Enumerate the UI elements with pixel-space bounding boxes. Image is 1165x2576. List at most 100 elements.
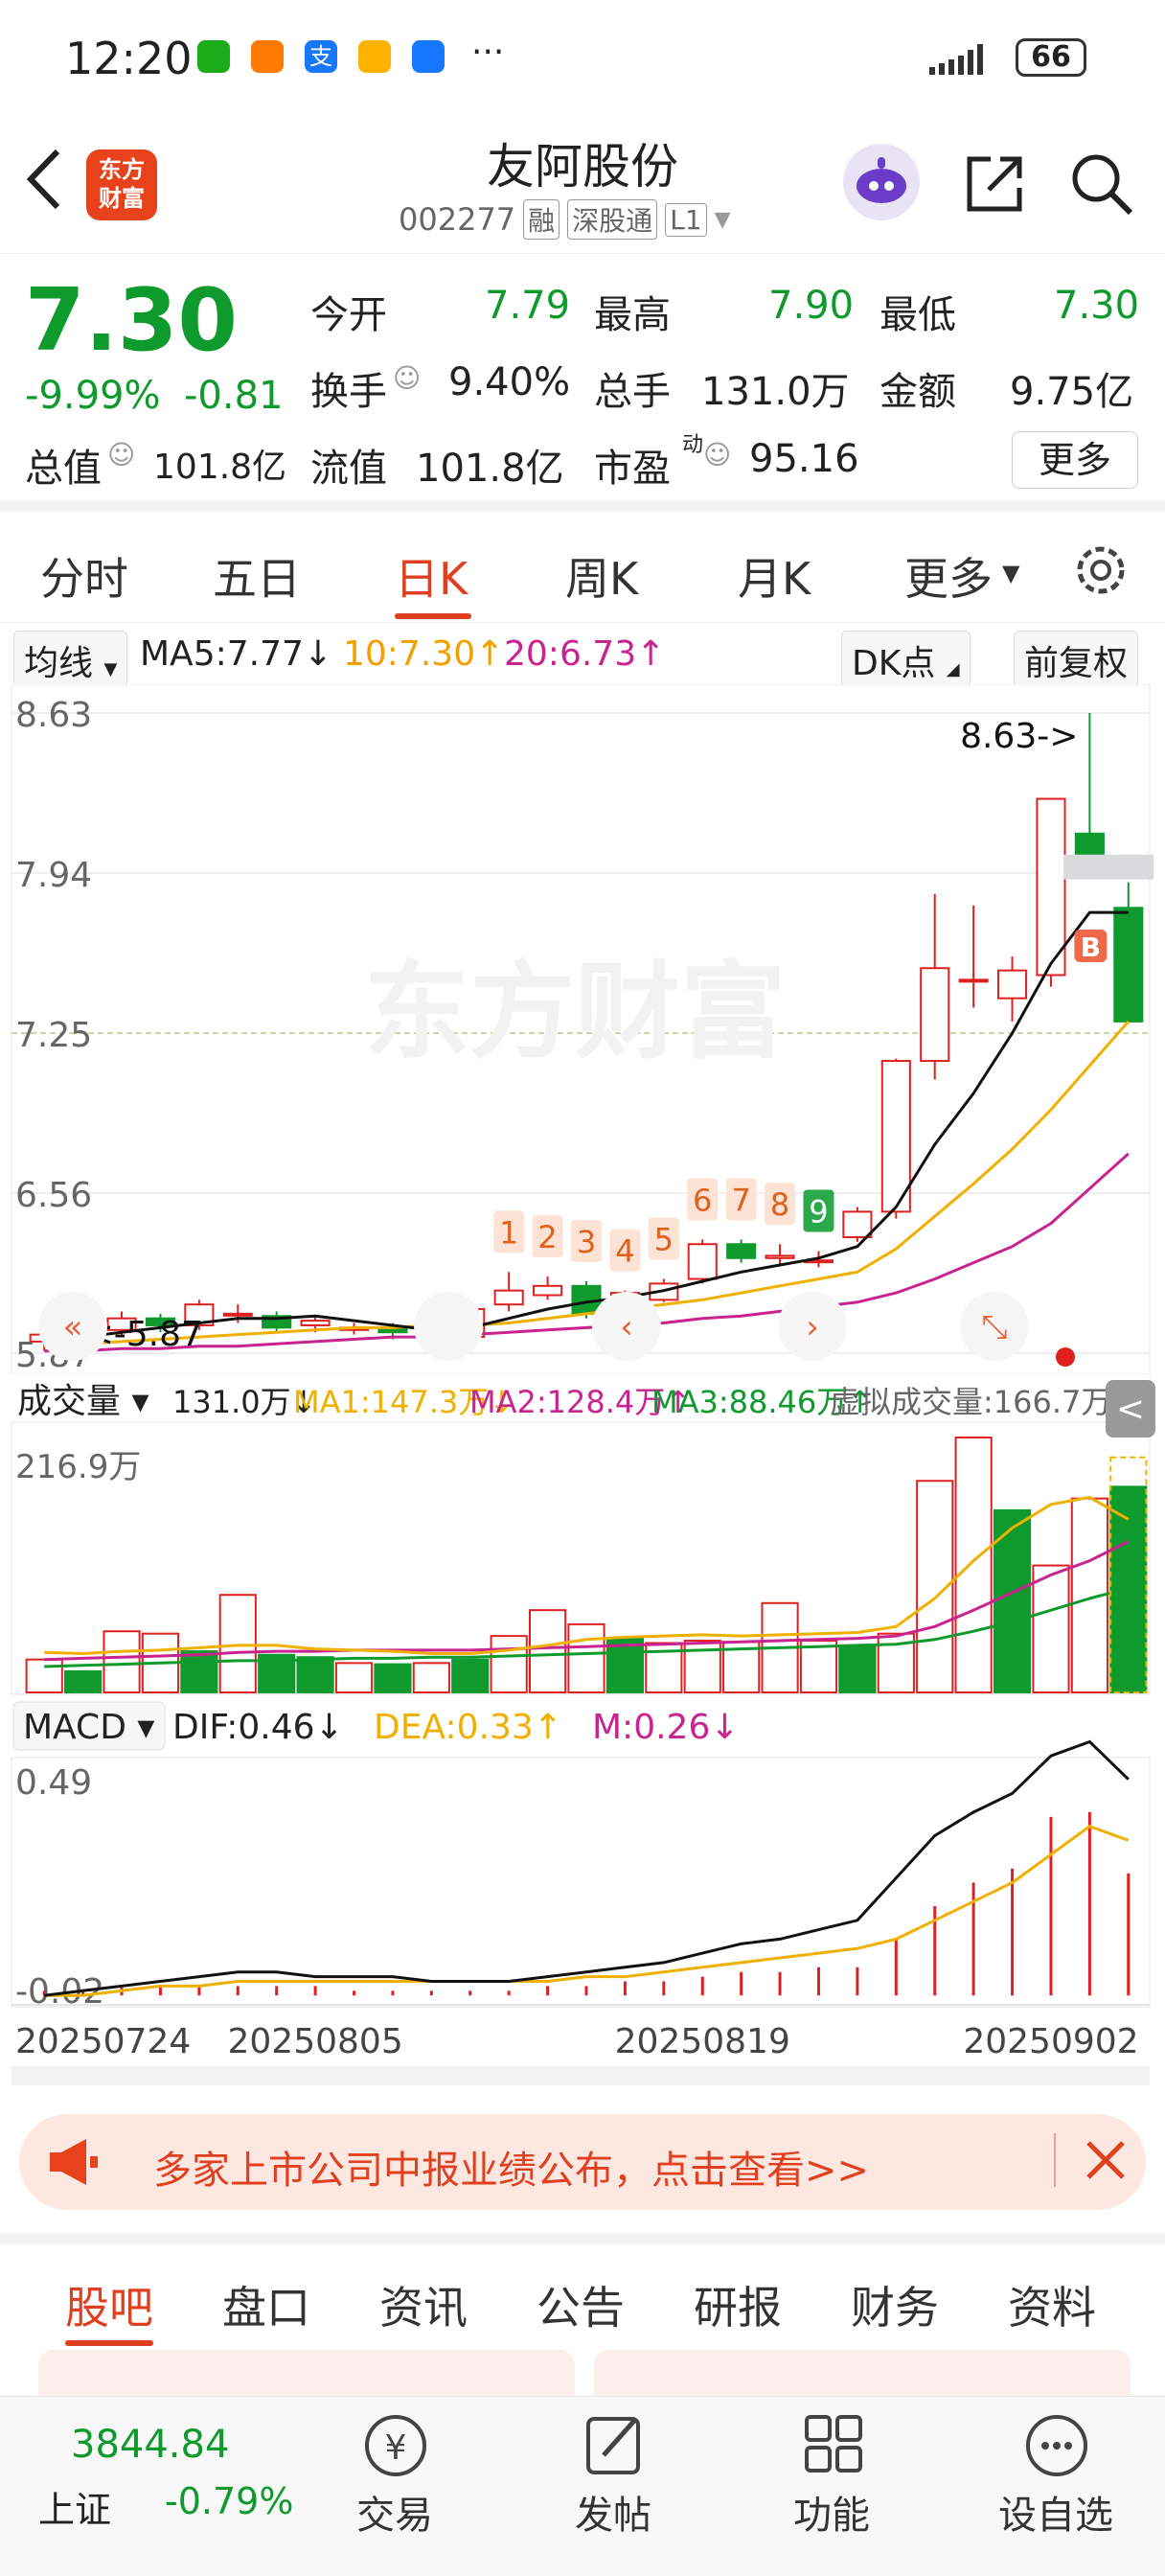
tab-news[interactable]: 资讯 bbox=[379, 2273, 468, 2336]
candle-body bbox=[222, 1312, 253, 1317]
float-value: 101.8亿 bbox=[416, 447, 564, 491]
index-value[interactable]: 3844.84 bbox=[71, 2423, 229, 2467]
turnover-label: 换手 bbox=[310, 370, 387, 414]
live-dot bbox=[1056, 1347, 1075, 1367]
alipay-icon: 支 bbox=[305, 40, 337, 73]
open-value: 7.79 bbox=[485, 284, 571, 328]
date-label: 20250902 bbox=[963, 2022, 1138, 2061]
nine-turn-number: 2 bbox=[537, 1219, 557, 1255]
post-icon[interactable] bbox=[571, 2407, 657, 2484]
macd-y-top: 0.49 bbox=[15, 1763, 92, 1803]
share-icon[interactable] bbox=[962, 151, 1027, 220]
change-percent: -9.99% bbox=[25, 374, 161, 418]
volume-label: 总手 bbox=[594, 370, 671, 414]
close-icon[interactable] bbox=[1085, 2139, 1127, 2185]
open-label: 今开 bbox=[310, 293, 387, 337]
volume-chart[interactable]: 成交量 ▾ 131.0万↓MA1:147.3万↓MA2:128.4万↑MA3:88… bbox=[0, 1380, 1165, 1696]
macd-chart[interactable]: MACD ▾ DIF:0.46↓ DEA:0.33↑ M:0.26↓ 0.49 -0.02… bbox=[0, 1698, 1165, 2091]
macd-dif: DIF:0.46↓ bbox=[172, 1708, 344, 1747]
settings-gear-icon[interactable] bbox=[1071, 540, 1131, 604]
volume-bar bbox=[218, 1594, 257, 1693]
tab-weekly-k[interactable]: 周K bbox=[565, 544, 638, 608]
date-label: 20250819 bbox=[615, 2022, 790, 2061]
svg-text:¥: ¥ bbox=[385, 2428, 407, 2468]
candle-body bbox=[920, 967, 950, 1063]
more-dropdown-icon[interactable]: ▼ bbox=[1002, 560, 1019, 586]
status-bar: 12:20 支 ··· 66 bbox=[0, 0, 1165, 115]
chart-nav-icon: › bbox=[806, 1308, 819, 1346]
tab-announcements[interactable]: 公告 bbox=[537, 2273, 625, 2336]
tab-monthly-k[interactable]: 月K bbox=[738, 544, 811, 608]
volume-value: 131.0万 bbox=[701, 370, 850, 414]
amount-label: 金额 bbox=[879, 370, 956, 414]
announcement-banner[interactable]: 多家上市公司中报业绩公布，点击查看>> bbox=[19, 2114, 1146, 2210]
index-change[interactable]: -0.79% bbox=[165, 2480, 293, 2522]
banner-text[interactable]: 多家上市公司中报业绩公布，点击查看>> bbox=[153, 2139, 869, 2195]
ma10-value: 10:7.30↑ bbox=[343, 634, 505, 674]
tab-guba[interactable]: 股吧 bbox=[65, 2273, 153, 2336]
candle-body bbox=[997, 969, 1028, 1000]
tab-intraday[interactable]: 分时 bbox=[40, 544, 128, 608]
megaphone-icon bbox=[44, 2135, 102, 2193]
wechat-icon bbox=[197, 40, 230, 73]
ma-select[interactable]: 均线 ▼ bbox=[13, 631, 128, 690]
max-price-annotation: 8.63-> bbox=[960, 717, 1078, 756]
kline-y-label: 8.63 bbox=[15, 696, 92, 735]
volume-bar bbox=[296, 1656, 334, 1694]
stock-header: 东方 财富 友阿股份 002277 融 深股通 L1 ▼ bbox=[0, 115, 1165, 254]
battery-icon: 66 bbox=[1016, 38, 1086, 77]
chart-nav-button bbox=[414, 1292, 483, 1361]
volume-select: 成交量 ▾ bbox=[17, 1382, 149, 1421]
amount-value: 9.75亿 bbox=[1010, 370, 1134, 414]
macd-y-bottom: -0.02 bbox=[15, 1972, 104, 2012]
tab-research[interactable]: 研报 bbox=[694, 2273, 782, 2336]
info-icon-2[interactable]: ☺ bbox=[107, 439, 135, 471]
chart-nav-icon: « bbox=[63, 1308, 83, 1346]
dropdown-triangle-icon[interactable]: ▼ bbox=[715, 208, 731, 232]
volume-bar bbox=[451, 1658, 490, 1693]
candle-body bbox=[1113, 907, 1144, 1023]
more-quote-button[interactable]: 更多 bbox=[1012, 431, 1138, 489]
tab-pankou[interactable]: 盘口 bbox=[222, 2273, 310, 2336]
pe-value: 95.16 bbox=[749, 437, 859, 481]
volume-bar bbox=[490, 1635, 528, 1693]
chart-nav-icon: ‹ bbox=[620, 1308, 633, 1346]
functions-icon[interactable] bbox=[789, 2407, 876, 2484]
dk-point-button[interactable]: DK点 ◢ bbox=[841, 631, 971, 690]
sgt-badge: 深股通 bbox=[567, 199, 658, 240]
search-icon[interactable] bbox=[1069, 151, 1134, 220]
tab-profile[interactable]: 资料 bbox=[1008, 2273, 1096, 2336]
virtual-volume: 虚拟成交量:166.7万 bbox=[830, 1384, 1111, 1420]
current-price: 7.30 bbox=[25, 270, 239, 371]
post-card-left[interactable] bbox=[38, 2350, 575, 2396]
post-label[interactable]: 发帖 bbox=[575, 2484, 651, 2540]
nine-turn-number: 3 bbox=[577, 1224, 596, 1260]
ma20-value: 20:6.73↑ bbox=[504, 634, 666, 674]
tab-finance[interactable]: 财务 bbox=[851, 2273, 939, 2336]
add-watchlist-icon[interactable] bbox=[1014, 2407, 1100, 2484]
adjust-price-button[interactable]: 前复权 bbox=[1014, 631, 1139, 690]
date-label: 20250805 bbox=[227, 2022, 402, 2061]
candle-body bbox=[493, 1289, 524, 1306]
info-icon-3[interactable]: ☺ bbox=[703, 439, 731, 471]
kline-y-label: 6.56 bbox=[15, 1176, 92, 1215]
change-amount: -0.81 bbox=[184, 374, 284, 418]
info-tabs: 股吧 盘口 资讯 公告 研报 财务 资料 bbox=[0, 2233, 1165, 2346]
tab-daily-k[interactable]: 日K bbox=[395, 544, 468, 608]
date-label: 20250724 bbox=[15, 2022, 191, 2061]
turnover-value: 9.40% bbox=[448, 360, 571, 404]
chart-header: 均线 ▼ MA5:7.77↓ 10:7.30↑ 20:6.73↑ DK点 ◢ 前… bbox=[0, 627, 1165, 690]
pe-dynamic-sup: 动 bbox=[682, 433, 704, 457]
tab-more[interactable]: 更多 bbox=[904, 544, 993, 608]
tab-five-day[interactable]: 五日 bbox=[213, 544, 301, 608]
post-card-right[interactable] bbox=[594, 2350, 1131, 2396]
trade-label[interactable]: 交易 bbox=[356, 2484, 433, 2540]
volume-bar bbox=[180, 1650, 218, 1693]
kline-chart[interactable]: 8.637.947.256.565.87东方财富1 2 3 4 56 7 8 98.63-><… bbox=[0, 684, 1165, 1374]
info-icon[interactable]: ☺ bbox=[393, 362, 421, 394]
index-name[interactable]: 上证 bbox=[38, 2480, 111, 2533]
trade-icon[interactable]: ¥ bbox=[353, 2407, 439, 2484]
add-watchlist-label[interactable]: 设自选 bbox=[998, 2484, 1113, 2540]
functions-label[interactable]: 功能 bbox=[793, 2484, 870, 2540]
robot-assistant-icon[interactable] bbox=[843, 144, 920, 220]
